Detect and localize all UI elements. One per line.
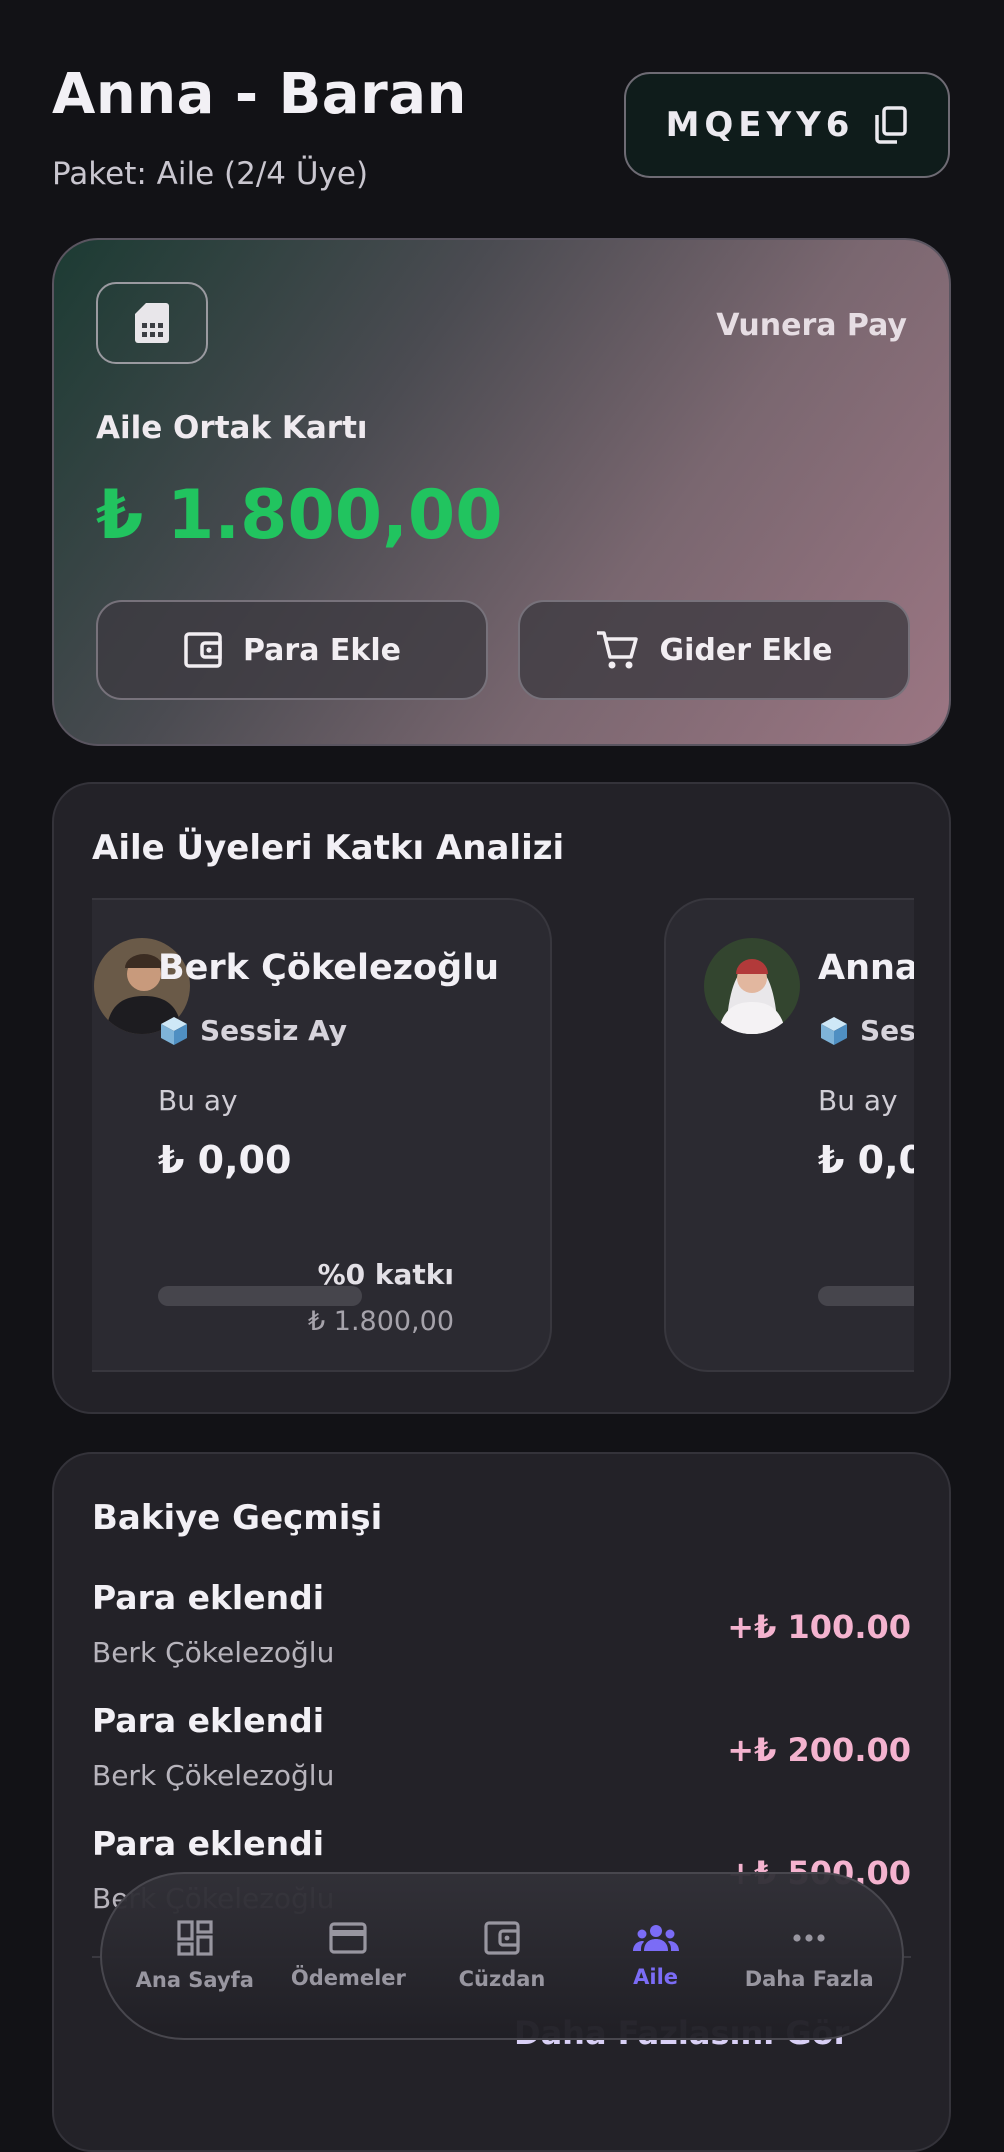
nav-item-more[interactable]: Daha Fazla — [734, 1921, 884, 1991]
history-item-title: Para eklendi — [92, 1578, 325, 1617]
nav-item-family[interactable]: Aile — [581, 1923, 731, 1989]
nav-label-wallet: Cüzdan — [458, 1967, 546, 1991]
history-title: Bakiye Geçmişi — [92, 1498, 383, 1538]
cart-icon — [597, 631, 639, 669]
dashboard-icon — [177, 1920, 213, 1956]
add-expense-button[interactable]: Gider Ekle — [518, 600, 910, 700]
history-item-user: Berk Çökelezoğlu — [92, 1759, 335, 1792]
contribution-total: ₺ 1.800,00 — [308, 1306, 454, 1337]
member-name: Anna — [818, 948, 914, 988]
contribution-title: Aile Üyeleri Katkı Analizi — [92, 828, 565, 868]
history-item-amount: +₺ 100.00 — [727, 1608, 911, 1646]
member-badge-label: Sessiz Ay — [860, 1014, 914, 1047]
history-item: Para eklendi Berk Çökelezoğlu +₺ 200.00 — [92, 1701, 911, 1811]
member-card[interactable]: Berk Çökelezoğlu Sessiz Ay Bu ay ₺ 0,00 … — [92, 898, 552, 1372]
member-period-label: Bu ay — [158, 1084, 238, 1117]
add-money-label: Para Ekle — [243, 632, 401, 668]
history-item-title: Para eklendi — [92, 1824, 325, 1863]
add-expense-label: Gider Ekle — [659, 632, 833, 668]
contribution-panel: Aile Üyeleri Katkı Analizi Berk Çökelezo… — [52, 782, 951, 1414]
member-badge: Sessiz Ay — [158, 1014, 347, 1047]
ice-cube-icon — [161, 1016, 187, 1045]
bottom-nav: Ana Sayfa Ödemeler Cüzdan Aile Daha Fazl… — [100, 1872, 904, 2040]
avatar — [704, 938, 800, 1034]
contribution-bar — [818, 1286, 914, 1306]
nav-label-more: Daha Fazla — [744, 1967, 874, 1991]
credit-card-icon — [329, 1922, 367, 1954]
nav-item-home[interactable]: Ana Sayfa — [120, 1920, 270, 1992]
member-period-label: Bu ay — [818, 1084, 898, 1117]
history-panel: Bakiye Geçmişi Para eklendi Berk Çökelez… — [52, 1452, 951, 2152]
history-item-user: Berk Çökelezoğlu — [92, 1636, 335, 1669]
nav-item-wallet[interactable]: Cüzdan — [427, 1921, 577, 1991]
nav-label-home: Ana Sayfa — [135, 1968, 254, 1992]
history-item-title: Para eklendi — [92, 1701, 325, 1740]
page-title: Anna - Baran — [52, 62, 467, 127]
add-money-button[interactable]: Para Ekle — [96, 600, 488, 700]
contribution-percent: %0 katkı — [317, 1258, 454, 1291]
ice-cube-icon — [821, 1016, 847, 1045]
nav-label-payments: Ödemeler — [290, 1966, 406, 1990]
more-icon — [793, 1934, 825, 1942]
wallet-icon — [184, 632, 222, 668]
wallet-icon — [484, 1921, 520, 1955]
family-card: Vunera Pay Aile Ortak Kartı ₺ 1.800,00 P… — [52, 238, 951, 746]
member-badge-label: Sessiz Ay — [200, 1014, 348, 1047]
sim-chip — [96, 282, 208, 364]
member-amount: ₺ 0,00 — [158, 1138, 292, 1182]
family-code-button[interactable]: MQEYY6 — [624, 72, 950, 178]
members-carousel[interactable]: Berk Çökelezoğlu Sessiz Ay Bu ay ₺ 0,00 … — [92, 898, 914, 1372]
package-info: Paket: Aile (2/4 Üye) — [52, 156, 369, 192]
card-balance: ₺ 1.800,00 — [96, 476, 503, 555]
family-code: MQEYY6 — [665, 105, 855, 145]
copy-icon — [875, 106, 908, 144]
nav-item-payments[interactable]: Ödemeler — [273, 1922, 423, 1990]
member-badge: Sessiz Ay — [818, 1014, 914, 1047]
history-item: Para eklendi Berk Çökelezoğlu +₺ 100.00 — [92, 1578, 911, 1688]
member-name: Berk Çökelezoğlu — [158, 948, 500, 988]
card-label: Aile Ortak Kartı — [96, 410, 368, 446]
family-icon — [632, 1925, 679, 1951]
member-card[interactable]: Anna Sessiz Ay Bu ay ₺ 0,00 — [664, 898, 914, 1372]
nav-label-family: Aile — [633, 1965, 679, 1989]
member-amount: ₺ 0,00 — [818, 1138, 914, 1182]
card-brand: Vunera Pay — [716, 308, 907, 343]
sim-card-icon — [135, 303, 169, 343]
history-item-amount: +₺ 200.00 — [727, 1731, 911, 1769]
